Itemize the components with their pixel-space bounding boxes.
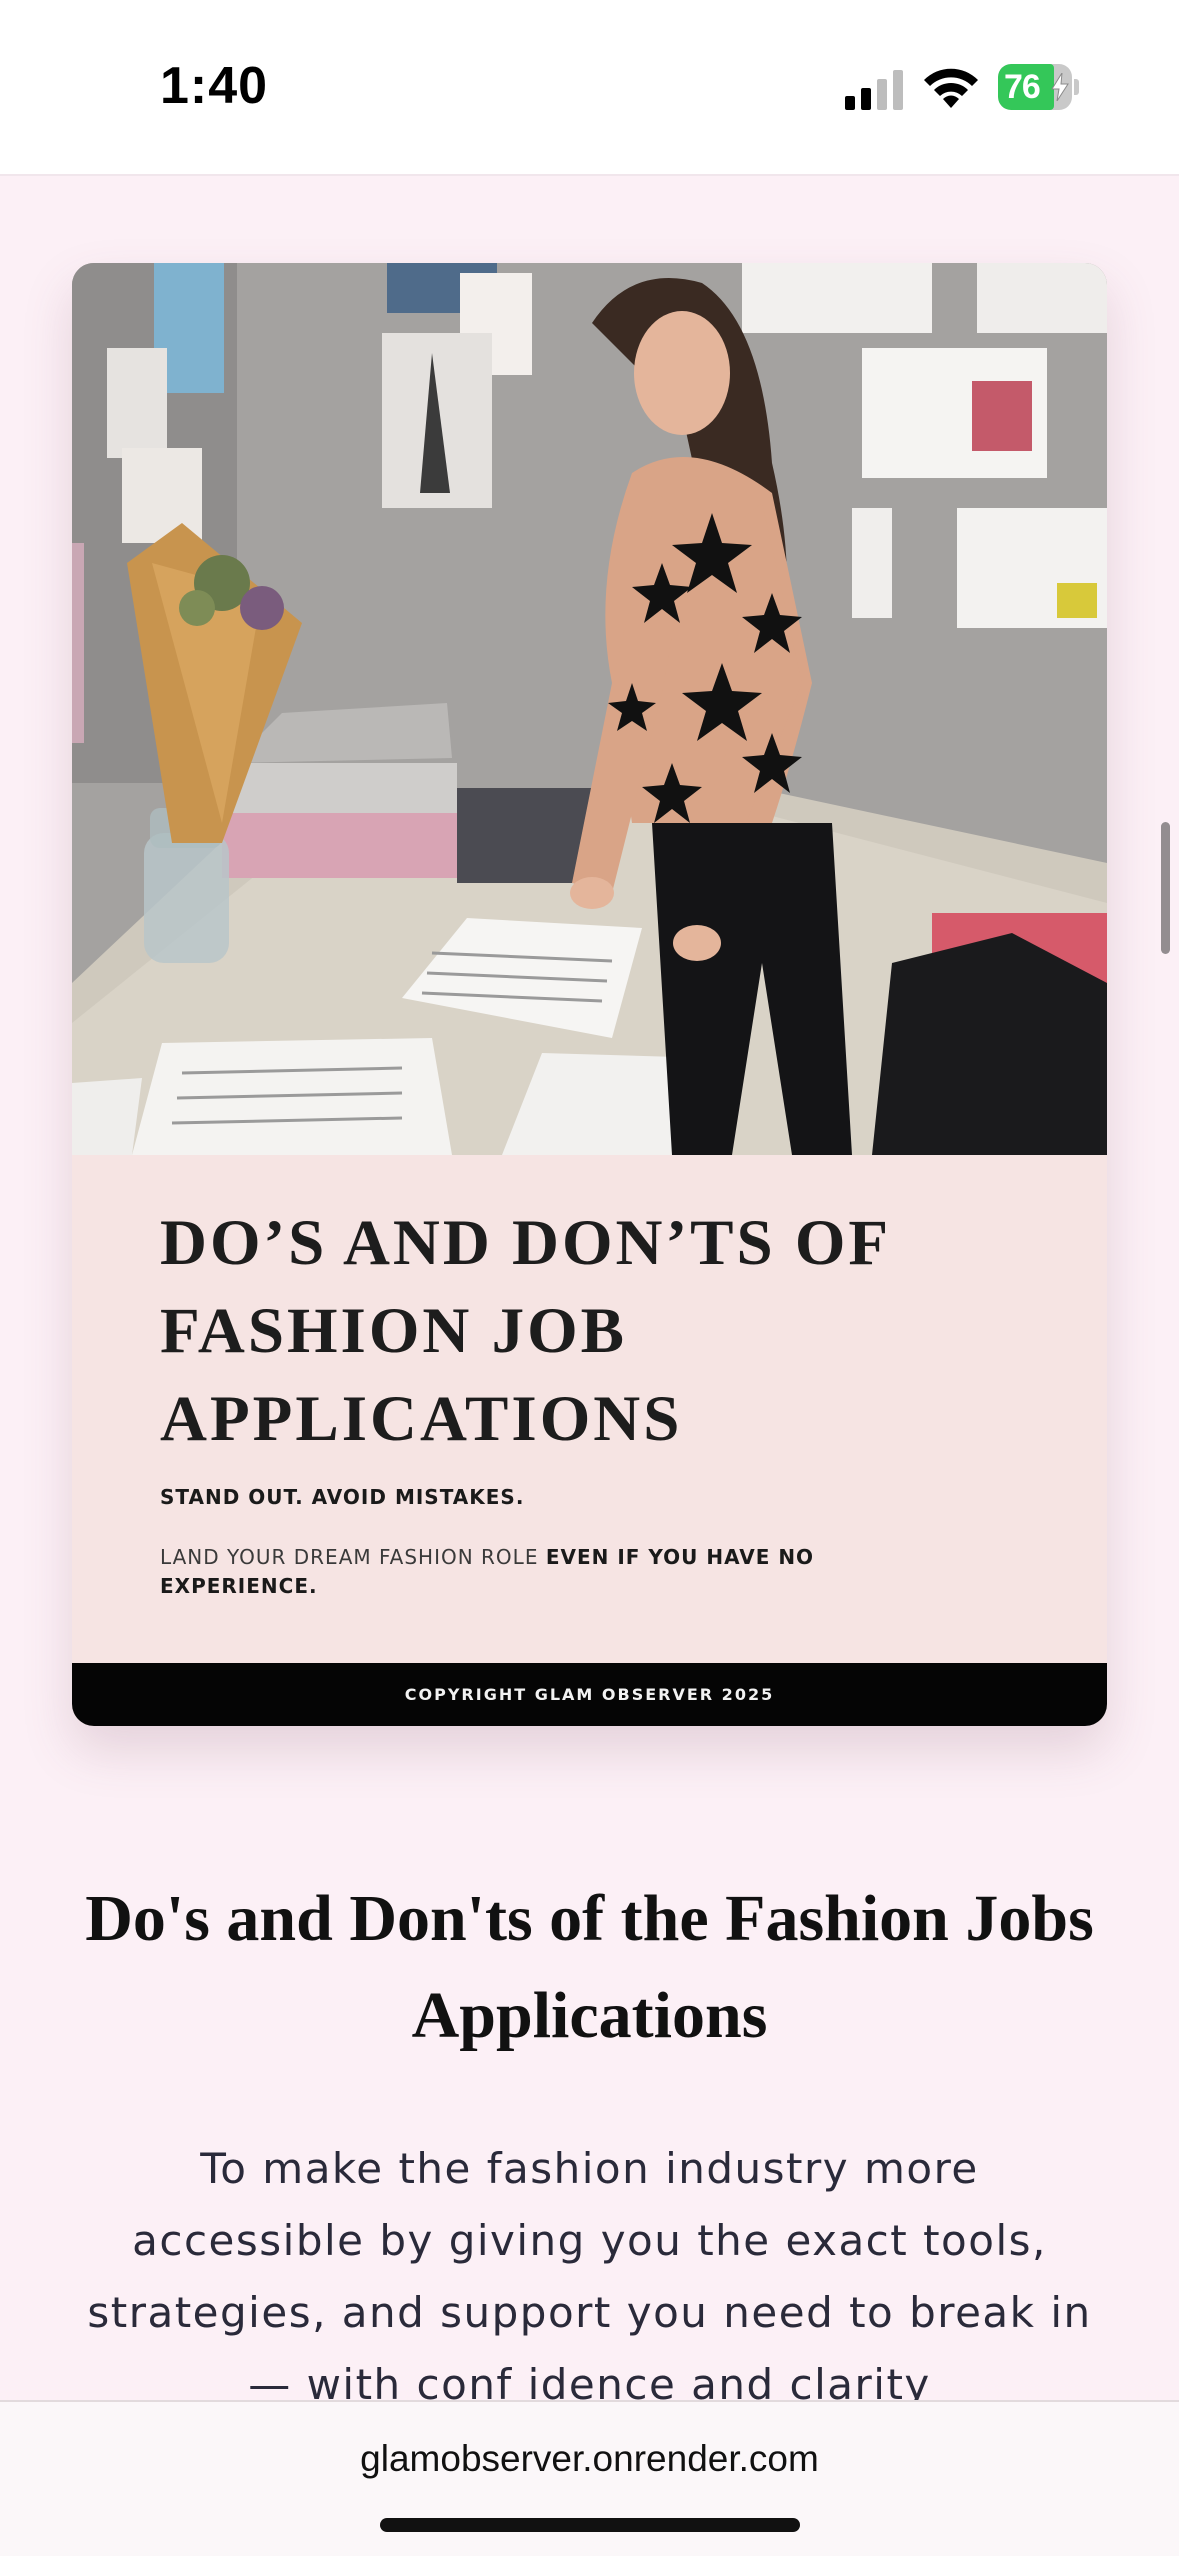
cover-heading-line-2: FASHION JOB	[160, 1295, 627, 1367]
browser-url-bar[interactable]: glamobserver.onrender.com	[0, 2400, 1179, 2556]
scrollbar[interactable]	[1161, 822, 1170, 954]
home-indicator[interactable]	[380, 2518, 800, 2532]
cover-text-area: DO’S AND DON’TS OF FASHION JOB APPLICATI…	[72, 1155, 1107, 1665]
article-description: To make the fashion industry more access…	[87, 2144, 1092, 2409]
url-text[interactable]: glamobserver.onrender.com	[0, 2438, 1179, 2480]
article-title: Do's and Don'ts of the Fashion Jobs Appl…	[85, 1882, 1094, 2052]
guide-cover-card[interactable]: DO’S AND DON’TS OF FASHION JOB APPLICATI…	[72, 263, 1107, 1726]
status-bar: 1:40 76	[0, 0, 1179, 176]
cover-photo	[72, 263, 1107, 1155]
battery-cap	[1074, 79, 1079, 95]
cellular-signal-icon	[845, 70, 903, 110]
wifi-icon	[924, 68, 978, 108]
battery-level: 76	[1004, 68, 1041, 106]
status-time: 1:40	[160, 57, 269, 115]
cover-subline-regular: LAND YOUR DREAM FASHION ROLE	[160, 1545, 546, 1569]
cover-tagline: STAND OUT. AVOID MISTAKES.	[160, 1485, 525, 1509]
cover-heading-line-1: DO’S AND DON’TS OF	[160, 1207, 892, 1279]
cover-heading-line-3: APPLICATIONS	[160, 1383, 683, 1455]
cover-subline: LAND YOUR DREAM FASHION ROLE EVEN IF YOU…	[160, 1543, 940, 1601]
battery-body: 76	[998, 64, 1072, 110]
charging-bolt-icon	[1051, 73, 1069, 101]
cover-copyright: COPYRIGHT GLAM OBSERVER 2025	[404, 1685, 775, 1704]
cover-heading: DO’S AND DON’TS OF FASHION JOB APPLICATI…	[160, 1199, 1040, 1463]
battery-charging-icon: 76	[998, 64, 1079, 110]
cover-footer-band: COPYRIGHT GLAM OBSERVER 2025	[72, 1663, 1107, 1726]
